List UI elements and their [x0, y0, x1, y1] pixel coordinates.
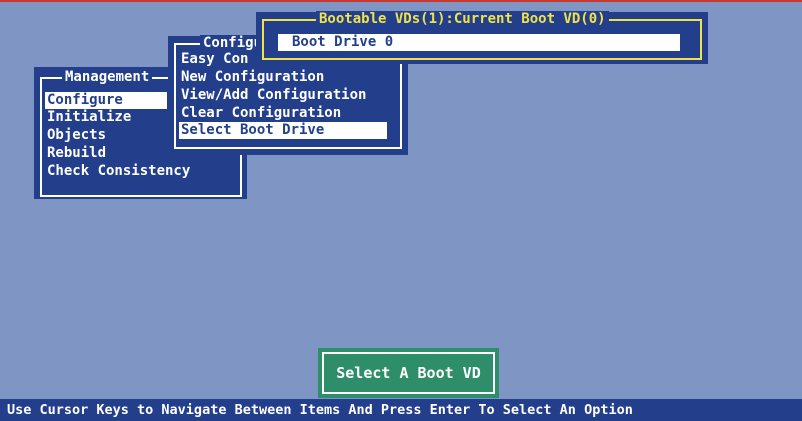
bootable-vds-title: Bootable VDs(1):Current Boot VD(0) — [316, 11, 609, 27]
status-text: Select A Boot VD — [322, 352, 495, 394]
boot-drive-option[interactable]: Boot Drive 0 — [278, 34, 680, 51]
menu-item-objects[interactable]: Objects — [45, 127, 106, 144]
menu-item-check-consistency[interactable]: Check Consistency — [45, 163, 190, 180]
menu-item-configure[interactable]: Configure — [45, 92, 167, 109]
hint-bar: Use Cursor Keys to Navigate Between Item… — [0, 399, 802, 421]
top-border — [0, 0, 802, 8]
menu-item-clear-configuration[interactable]: Clear Configuration — [179, 105, 341, 122]
menu-item-easy-configuration[interactable]: Easy Con — [179, 51, 248, 68]
management-menu-title: Management — [62, 69, 153, 85]
menu-item-view-add-configuration[interactable]: View/Add Configuration — [179, 87, 366, 104]
menu-item-initialize[interactable]: Initialize — [45, 109, 131, 126]
status-box: Select A Boot VD — [318, 348, 499, 398]
menu-item-rebuild[interactable]: Rebuild — [45, 145, 106, 162]
menu-item-new-configuration[interactable]: New Configuration — [179, 69, 324, 86]
bios-screen: Management Configure Initialize Objects … — [0, 0, 802, 421]
menu-item-select-boot-drive[interactable]: Select Boot Drive — [179, 122, 387, 139]
bootable-vds-dialog: Bootable VDs(1):Current Boot VD(0) Boot … — [256, 11, 708, 64]
